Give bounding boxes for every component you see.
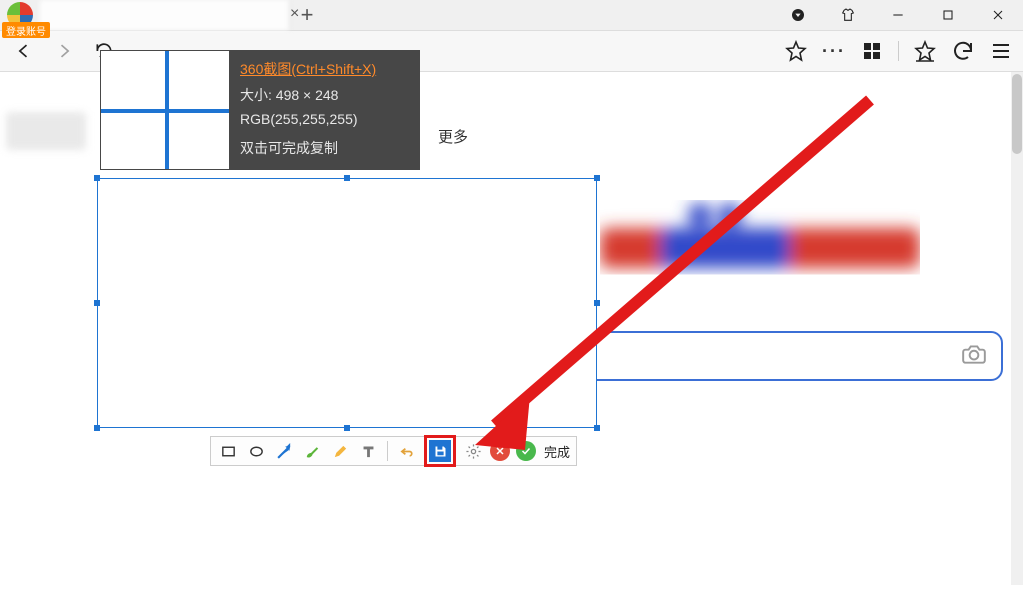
resize-handle[interactable] (94, 425, 100, 431)
save-button[interactable] (429, 440, 451, 462)
separator (387, 441, 388, 461)
rect-tool-icon[interactable] (217, 440, 239, 462)
pixel-magnifier (100, 50, 230, 170)
arrow-tool-icon[interactable] (273, 440, 295, 462)
window-titlebar: × + (0, 0, 1023, 30)
done-label[interactable]: 完成 (544, 442, 570, 461)
browser-tab[interactable] (40, 0, 290, 30)
close-window-button[interactable] (973, 0, 1023, 30)
pen-tool-icon[interactable] (329, 440, 351, 462)
screenshot-selection[interactable] (97, 178, 597, 428)
more-icon[interactable]: ··· (822, 39, 846, 63)
camera-icon[interactable] (961, 341, 987, 372)
ellipse-tool-icon[interactable] (245, 440, 267, 462)
save-button-highlight (424, 435, 456, 467)
back-button[interactable] (10, 37, 38, 65)
apps-grid-icon[interactable] (860, 39, 884, 63)
text-tool-icon[interactable] (357, 440, 379, 462)
star-icon[interactable] (784, 39, 808, 63)
blurred-logo (600, 200, 920, 290)
menu-icon[interactable] (989, 39, 1013, 63)
confirm-button[interactable] (516, 441, 536, 461)
tshirt-icon[interactable] (823, 0, 873, 30)
screenshot-info-tooltip: 360截图(Ctrl+Shift+X) 大小: 498 × 248 RGB(25… (100, 50, 420, 170)
resize-handle[interactable] (594, 425, 600, 431)
page-nav-item[interactable]: 更多 (438, 126, 468, 147)
favorites-star-icon[interactable] (913, 39, 937, 63)
shield-icon[interactable] (773, 0, 823, 30)
blurred-thumb (6, 112, 86, 150)
maximize-button[interactable] (923, 0, 973, 30)
login-button[interactable]: 登录账号 (2, 22, 50, 38)
undo-tool-icon[interactable] (396, 440, 418, 462)
screenshot-rgb-label: RGB(255,255,255) (240, 108, 410, 132)
screenshot-size-label: 大小: 498 × 248 (240, 84, 410, 108)
separator (898, 41, 899, 61)
settings-gear-icon[interactable] (462, 440, 484, 462)
resize-handle[interactable] (94, 175, 100, 181)
scrollbar-thumb[interactable] (1012, 74, 1022, 154)
cancel-button[interactable] (490, 441, 510, 461)
screenshot-tool-title: 360截图(Ctrl+Shift+X) (240, 58, 410, 82)
forward-button[interactable] (50, 37, 78, 65)
brush-tool-icon[interactable] (301, 440, 323, 462)
minimize-button[interactable] (873, 0, 923, 30)
close-tab-icon[interactable]: × (290, 5, 299, 23)
undo-icon[interactable] (951, 39, 975, 63)
resize-handle[interactable] (94, 300, 100, 306)
resize-handle[interactable] (344, 175, 350, 181)
screenshot-hint: 双击可完成复制 (240, 137, 410, 161)
resize-handle[interactable] (594, 300, 600, 306)
screenshot-toolbar: 完成 (210, 436, 577, 466)
resize-handle[interactable] (594, 175, 600, 181)
resize-handle[interactable] (344, 425, 350, 431)
